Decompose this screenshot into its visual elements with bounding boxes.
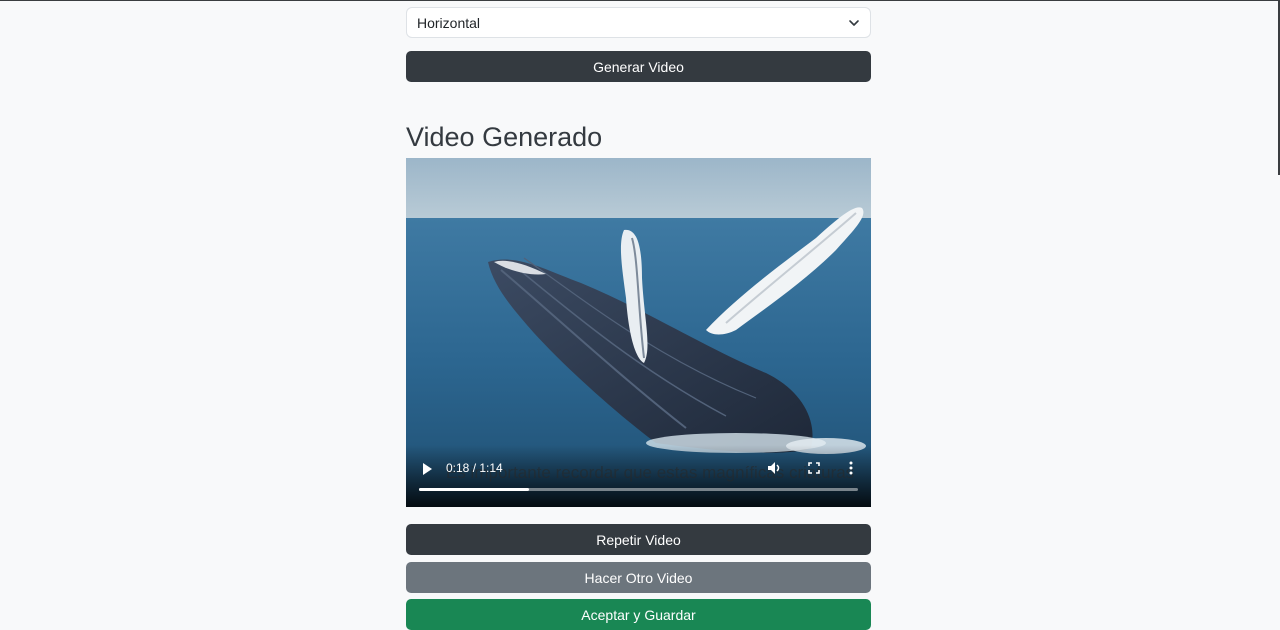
video-player[interactable]: Es importante recordar que estas magnífi… xyxy=(406,158,871,507)
volume-icon[interactable] xyxy=(767,461,782,475)
make-another-video-button[interactable]: Hacer Otro Video xyxy=(406,562,871,593)
orientation-select[interactable]: Horizontal xyxy=(406,7,871,38)
video-progress-bar[interactable] xyxy=(419,488,858,491)
result-heading: Video Generado xyxy=(406,122,603,152)
repeat-video-button[interactable]: Repetir Video xyxy=(406,524,871,555)
video-progress-fill xyxy=(419,488,529,491)
orientation-select-value: Horizontal xyxy=(417,14,481,31)
more-options-icon[interactable] xyxy=(849,461,853,475)
chevron-down-icon xyxy=(849,20,859,26)
window-top-border xyxy=(0,0,1280,1)
play-icon[interactable] xyxy=(421,462,433,476)
video-subtitle: Es importante recordar que estas magnífi… xyxy=(446,463,855,482)
accept-and-save-button[interactable]: Aceptar y Guardar xyxy=(406,599,871,630)
fullscreen-icon[interactable] xyxy=(808,462,820,474)
video-time-display: 0:18 / 1:14 xyxy=(446,461,503,475)
generate-video-button[interactable]: Generar Video xyxy=(406,51,871,82)
